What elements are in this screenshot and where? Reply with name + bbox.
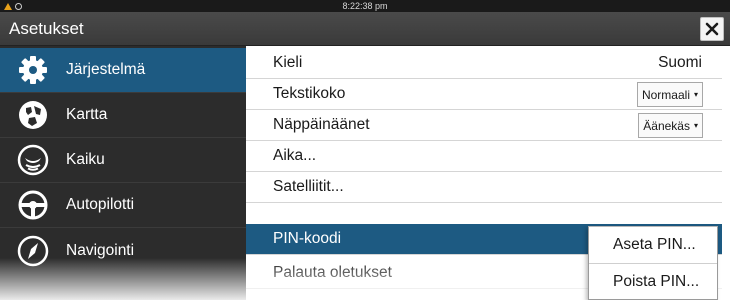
text-size-dropdown[interactable]: Normaali ▾ [636,82,703,107]
setting-label: Kieli [273,54,303,71]
setting-row-satelliitit[interactable]: Satelliitit... [246,172,722,203]
pin-context-menu: Aseta PIN... Poista PIN... [588,226,718,300]
sidebar-item-autopilotti[interactable]: Autopilotti [0,183,246,227]
dialog-title-bar: Asetukset [0,12,730,46]
settings-sidebar: Järjestelmä Kartta Kaiku Autopilotti Nav… [0,46,246,300]
setting-label: Näppäinäänet [273,116,370,133]
gear-icon [19,56,47,84]
setting-row-kieli[interactable]: Kieli Suomi [246,48,722,79]
compass-icon [17,235,49,267]
setting-label: Satelliitit... [273,178,344,195]
sidebar-item-label: Autopilotti [66,196,135,213]
setting-row-aika[interactable]: Aika... [246,141,722,172]
sidebar-item-kaiku[interactable]: Kaiku [0,138,246,182]
sidebar-item-label: Kaiku [66,151,105,168]
sidebar-item-label: Kartta [66,106,108,123]
close-button[interactable] [700,17,724,41]
menu-item-aseta-pin[interactable]: Aseta PIN... [589,227,717,263]
menu-item-label: Poista PIN... [613,273,700,290]
setting-value: Suomi [658,54,702,71]
status-bar: 8:22:38 pm [0,0,730,12]
sonar-icon [17,144,49,176]
sidebar-divider [0,227,246,228]
setting-label: PIN-koodi [273,230,342,247]
chevron-down-icon: ▾ [693,90,698,99]
sidebar-item-navigointi[interactable]: Navigointi [0,229,246,273]
dropdown-value: Äänekäs [643,118,690,133]
setting-row-nappainaanet[interactable]: Näppäinäänet Äänekäs ▾ [246,110,722,141]
sidebar-item-kartta[interactable]: Kartta [0,93,246,137]
chevron-down-icon: ▾ [693,121,698,130]
setting-label: Tekstikoko [273,85,346,102]
setting-label: Palauta oletukset [273,264,392,281]
map-icon [19,101,47,129]
sidebar-item-label: Navigointi [66,242,135,259]
dialog-title: Asetukset [9,19,84,38]
scrollbar[interactable] [722,46,730,300]
setting-label: Aika... [273,147,317,164]
setting-row-tekstikoko[interactable]: Tekstikoko Normaali ▾ [246,79,722,110]
steering-wheel-icon [18,190,48,220]
menu-item-poista-pin[interactable]: Poista PIN... [589,264,717,300]
status-time: 8:22:38 pm [342,1,388,11]
sidebar-item-jarjestelma[interactable]: Järjestelmä [0,48,246,92]
menu-item-label: Aseta PIN... [613,236,696,253]
sidebar-item-label: Järjestelmä [66,61,146,78]
dropdown-value: Normaali [641,87,690,102]
key-sound-dropdown[interactable]: Äänekäs ▾ [638,113,703,138]
close-icon [705,22,719,36]
